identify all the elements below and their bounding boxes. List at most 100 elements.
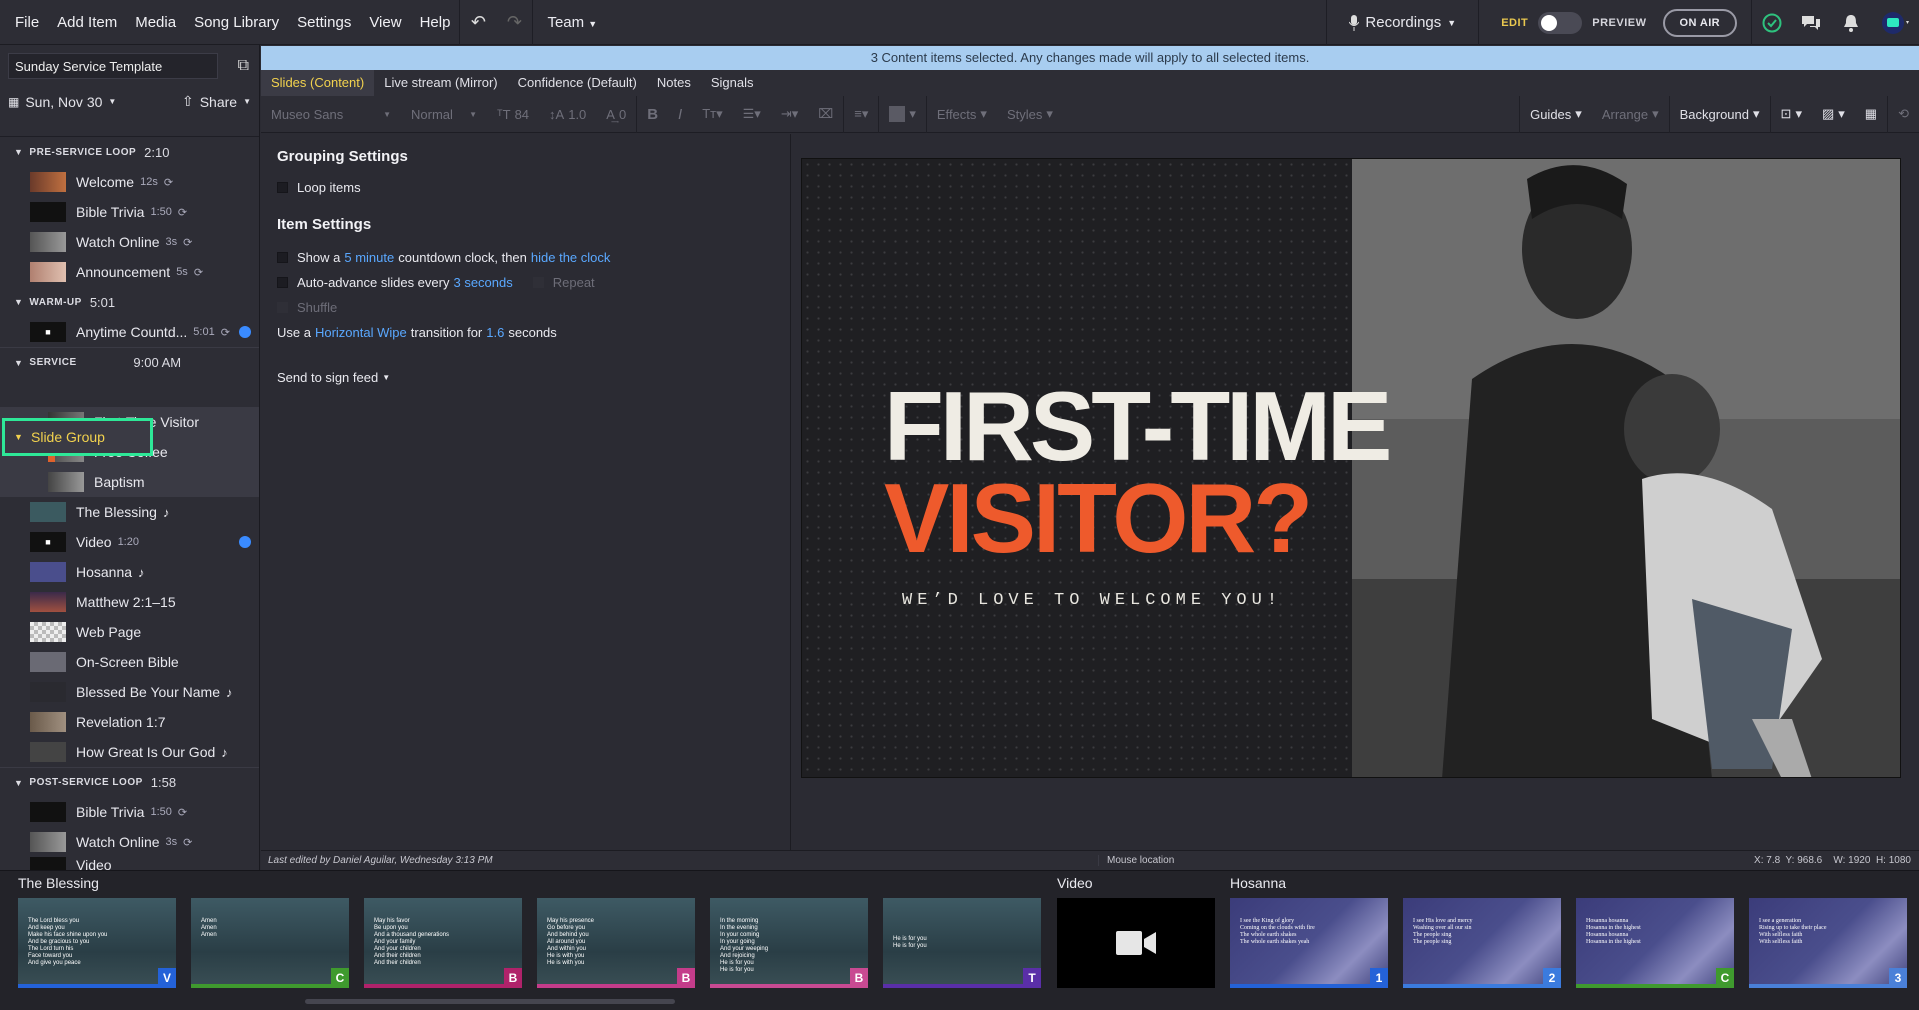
video-thumbnail[interactable] — [1057, 898, 1215, 988]
chevron-down-icon: ▼ — [383, 109, 391, 119]
clear-format-button[interactable]: ⌧ — [808, 106, 843, 122]
repeat-checkbox[interactable] — [532, 277, 544, 288]
section-warm-up[interactable]: ▼ WARM-UP 5:01 — [0, 287, 259, 317]
font-weight-select[interactable]: Normal ▼ — [401, 107, 487, 122]
menu-media[interactable]: Media — [126, 14, 185, 31]
slide-title-line-1[interactable]: FIRST-TIME — [884, 377, 1392, 475]
slide-label: C — [1716, 968, 1734, 988]
edit-preview-toggle[interactable] — [1538, 11, 1583, 34]
list-item[interactable]: Baptism — [0, 467, 259, 497]
reset-button[interactable]: ⟲ — [1888, 106, 1919, 122]
template-name-input[interactable] — [8, 53, 218, 79]
italic-button[interactable]: I — [668, 106, 692, 123]
filmstrip-scrollbar[interactable] — [305, 999, 675, 1004]
slide-thumbnail[interactable]: In the morning In the evening In your co… — [710, 898, 868, 988]
bold-button[interactable]: B — [637, 106, 668, 123]
account-button[interactable] — [1871, 0, 1919, 45]
line-height-stepper[interactable]: ↕A 1.0 — [539, 107, 596, 122]
menu-song-library[interactable]: Song Library — [185, 14, 288, 31]
tab-notes[interactable]: Notes — [647, 70, 701, 96]
align-button[interactable]: ≡▾ — [844, 106, 878, 122]
notifications-button[interactable] — [1831, 0, 1871, 45]
background-dropdown[interactable]: Background ▾ — [1670, 106, 1770, 122]
list-item[interactable]: Video — [0, 857, 259, 871]
list-item[interactable]: The Blessing ♪ — [0, 497, 259, 527]
slide-title-line-2[interactable]: VISITOR? — [884, 469, 1313, 567]
sign-feed-dropdown[interactable]: Send to sign feed ▼ — [277, 365, 774, 390]
share-button[interactable]: ⇧ Share ▼ — [182, 93, 251, 110]
list-item[interactable]: Welcome 12s ⟳ — [0, 167, 259, 197]
team-dropdown[interactable]: Team ▼ — [533, 14, 611, 31]
slide-thumbnail[interactable]: The Lord bless you And keep you Make his… — [18, 898, 176, 988]
slide-subtitle[interactable]: WE’D LOVE TO WELCOME YOU! — [902, 591, 1282, 610]
slide-thumbnail[interactable]: May his presence Go before you And behin… — [537, 898, 695, 988]
text-box-button[interactable]: ⊡ ▾ — [1771, 106, 1812, 122]
list-item[interactable]: Bible Trivia 1:50 ⟳ — [0, 197, 259, 227]
menu-help[interactable]: Help — [411, 14, 460, 31]
on-air-button[interactable]: ON AIR — [1662, 8, 1737, 37]
indent-button[interactable]: ⇥▾ — [771, 106, 808, 122]
guides-dropdown[interactable]: Guides ▾ — [1520, 106, 1592, 122]
auto-advance-checkbox[interactable]: Auto-advance slides every 3 seconds Repeat — [277, 270, 774, 295]
arrange-dropdown[interactable]: Arrange ▾ — [1592, 106, 1669, 122]
redo-button[interactable]: ↷ — [496, 0, 532, 45]
slide-thumbnail[interactable]: I see a generation Rising up to take the… — [1749, 898, 1907, 988]
list-item[interactable]: ■ Anytime Countd... 5:01 ⟳ — [0, 317, 259, 347]
list-item[interactable]: Watch Online 3s ⟳ — [0, 227, 259, 257]
list-item[interactable]: Blessed Be Your Name ♪ — [0, 677, 259, 707]
list-button[interactable]: ☰▾ — [733, 106, 771, 122]
list-item[interactable]: Hosanna ♪ — [0, 557, 259, 587]
section-post-service-loop[interactable]: ▼ POST-SERVICE LOOP 1:58 — [0, 767, 259, 797]
auto-advance-seconds-link[interactable]: 3 seconds — [453, 275, 512, 290]
list-item[interactable]: Bible Trivia 1:50 ⟳ — [0, 797, 259, 827]
countdown-checkbox[interactable]: Show a5 minute countdown clock, then hide … — [277, 245, 774, 270]
shuffle-checkbox[interactable]: Shuffle — [277, 295, 774, 320]
slide-thumbnail[interactable]: I see His love and mercy Washing over al… — [1403, 898, 1561, 988]
date-picker[interactable]: ▦ Sun, Nov 30 ▼ — [8, 94, 116, 110]
undo-button[interactable]: ↶ — [460, 0, 496, 45]
menu-settings[interactable]: Settings — [288, 14, 360, 31]
countdown-minutes-link[interactable]: 5 minute — [344, 250, 394, 265]
text-case-button[interactable]: Tт▾ — [692, 106, 732, 122]
transition-duration-link[interactable]: 1.6 — [486, 325, 504, 340]
transition-link[interactable]: Horizontal Wipe — [315, 325, 407, 340]
slide-thumbnail[interactable]: Hosanna hosanna Hosanna in the highest H… — [1576, 898, 1734, 988]
grid-button[interactable]: ▦ — [1855, 106, 1887, 122]
sync-status-button[interactable] — [1751, 0, 1791, 45]
list-item[interactable]: Announcement 5s ⟳ — [0, 257, 259, 287]
list-item[interactable]: Watch Online 3s ⟳ — [0, 827, 259, 857]
tab-live-stream[interactable]: Live stream (Mirror) — [374, 70, 507, 96]
list-item[interactable]: Revelation 1:7 — [0, 707, 259, 737]
list-item[interactable]: Matthew 2:1–15 — [0, 587, 259, 617]
new-window-icon[interactable]: ⧉ — [238, 57, 249, 75]
image-button[interactable]: ▨ ▾ — [1812, 106, 1855, 122]
slide-thumbnail[interactable]: Amen Amen Amen C — [191, 898, 349, 988]
char-spacing-stepper[interactable]: A͢ 0 — [596, 107, 636, 122]
recordings-dropdown[interactable]: Recordings ▼ — [1326, 0, 1478, 45]
font-size-stepper[interactable]: ᵀT 84 — [487, 107, 539, 122]
list-item[interactable]: On-Screen Bible — [0, 647, 259, 677]
effects-dropdown[interactable]: Effects ▾ — [927, 106, 997, 122]
slide-thumbnail[interactable]: He is for you He is for you T — [883, 898, 1041, 988]
menu-file[interactable]: File — [6, 14, 48, 31]
loop-items-checkbox[interactable]: Loop items — [277, 175, 774, 200]
slide-canvas[interactable]: FIRST-TIME VISITOR? WE’D LOVE TO WELCOME… — [801, 158, 1901, 778]
tab-slides-content[interactable]: Slides (Content) — [261, 70, 375, 96]
text-color-button[interactable]: ▾ — [879, 106, 926, 122]
tab-confidence[interactable]: Confidence (Default) — [508, 70, 647, 96]
menu-view[interactable]: View — [360, 14, 410, 31]
slide-thumbnail[interactable]: May his favor Be upon you And a thousand… — [364, 898, 522, 988]
section-pre-service-loop[interactable]: ▼ PRE-SERVICE LOOP 2:10 — [0, 137, 259, 167]
list-item[interactable]: ■ Video 1:20 — [0, 527, 259, 557]
section-service[interactable]: ▼ SERVICE 9:00 AM — [0, 347, 259, 377]
hide-clock-link[interactable]: hide the clock — [531, 250, 611, 265]
styles-dropdown[interactable]: Styles ▾ — [997, 106, 1063, 122]
menu-add-item[interactable]: Add Item — [48, 14, 126, 31]
chat-button[interactable] — [1791, 0, 1831, 45]
font-family-select[interactable]: Museo Sans ▼ — [261, 107, 401, 122]
slide-group-header[interactable]: ▼ Slide Group — [2, 418, 153, 456]
list-item[interactable]: Web Page — [0, 617, 259, 647]
tab-signals[interactable]: Signals — [701, 70, 764, 96]
slide-thumbnail[interactable]: I see the King of glory Coming on the cl… — [1230, 898, 1388, 988]
list-item[interactable]: How Great Is Our God ♪ — [0, 737, 259, 767]
